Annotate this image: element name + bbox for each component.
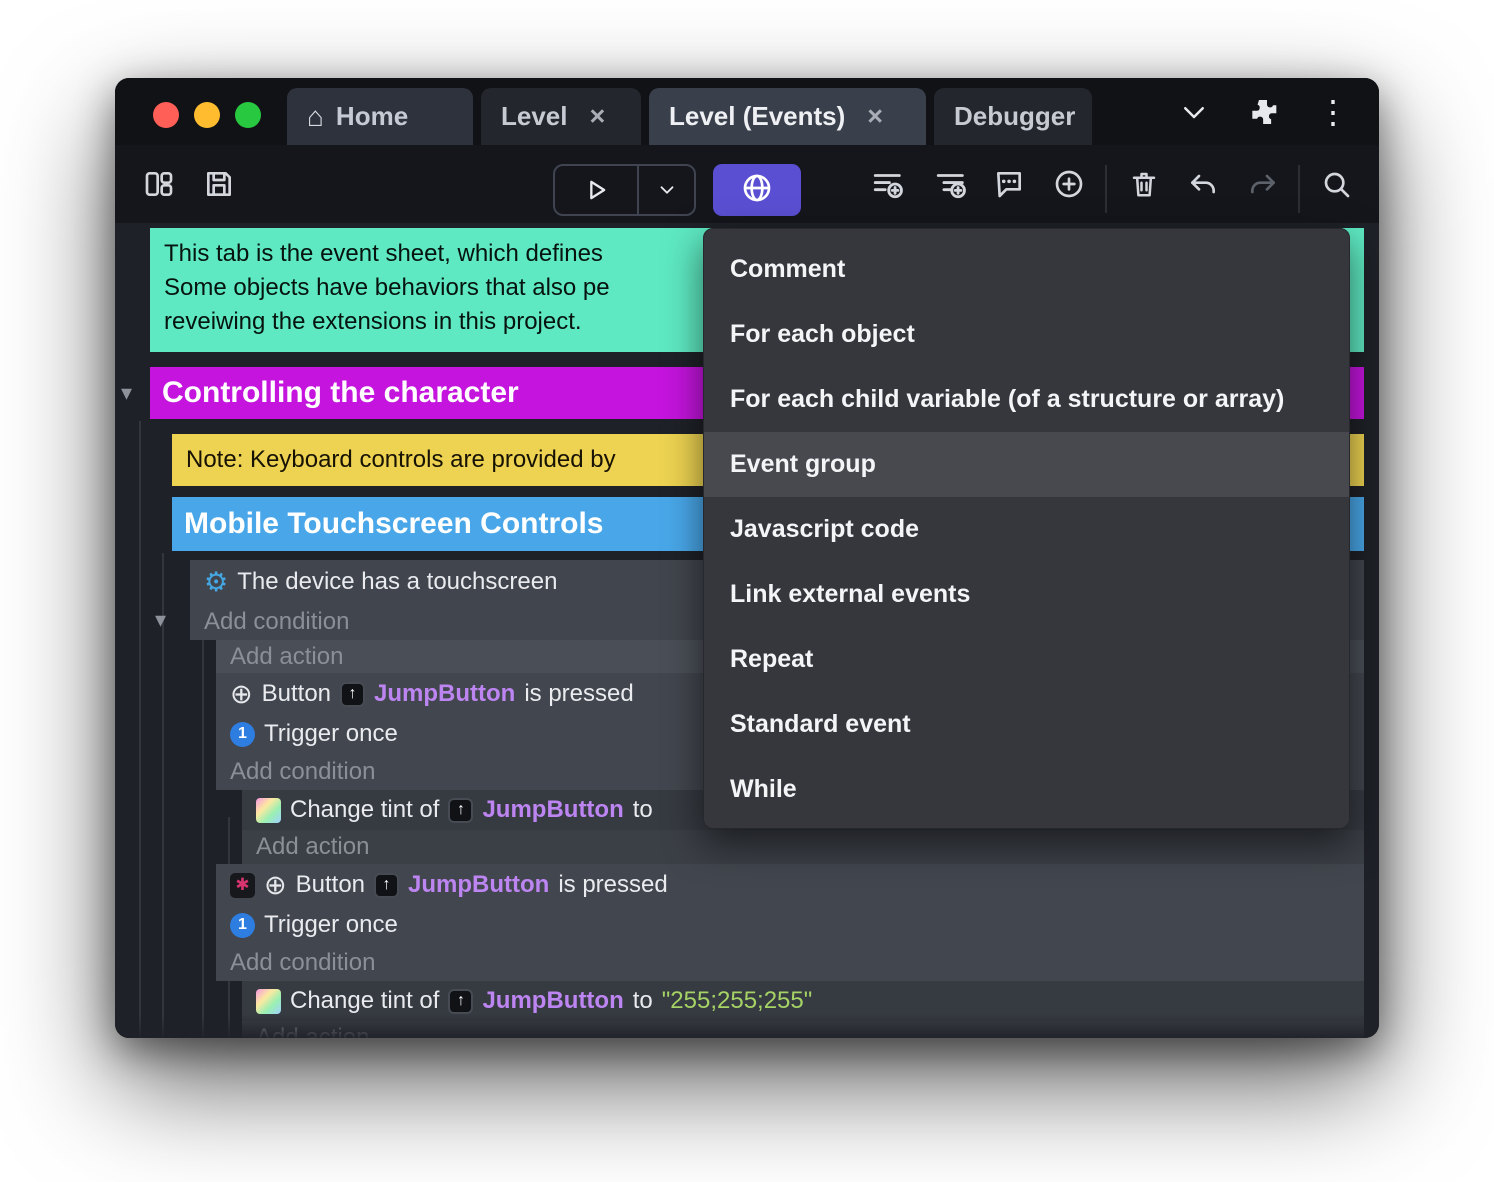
menu-item-for-each-object[interactable]: For each object (704, 302, 1349, 367)
menu-item-standard-event[interactable]: Standard event (704, 692, 1349, 757)
tab-level-events[interactable]: Level (Events) × (649, 88, 926, 145)
tab-bar: ⌂ Home Level × Level (Events) × Debugger (115, 78, 1379, 145)
action-text: to (632, 987, 653, 1014)
menu-item-comment[interactable]: Comment (704, 237, 1349, 302)
jumpbutton-icon: ↑ (340, 681, 366, 707)
indent-guide (202, 640, 204, 1038)
addons-puzzle-icon[interactable] (1247, 96, 1279, 128)
tab-label: Level (Events) (669, 101, 846, 131)
condition-text: is pressed (524, 680, 634, 707)
add-action-link[interactable]: Add action (242, 1021, 1364, 1038)
play-button[interactable] (555, 166, 639, 214)
home-icon: ⌂ (307, 100, 324, 132)
close-tab-icon[interactable]: × (867, 101, 883, 132)
jumpbutton-icon: ↑ (448, 797, 474, 823)
tabbar-actions: ⋮ (1179, 78, 1379, 145)
condition-trigger-once[interactable]: 1 Trigger once (216, 906, 1364, 944)
condition-text: Button (295, 871, 366, 898)
chevron-down-icon[interactable] (1179, 97, 1209, 127)
collapse-arrow-icon[interactable]: ▾ (155, 607, 166, 633)
object-name: JumpButton (374, 680, 516, 707)
button-object-icon: ⊕ (230, 678, 253, 709)
screenshot-stage: ⌂ Home Level × Level (Events) × Debugger (0, 0, 1494, 1182)
menu-item-for-each-child-variable[interactable]: For each child variable (of a structure … (704, 367, 1349, 432)
add-condition-link[interactable]: Add condition (216, 944, 1364, 981)
close-tab-icon[interactable]: × (590, 101, 606, 132)
button-object-icon: ⊕ (264, 869, 287, 900)
add-action-link[interactable]: Add action (242, 830, 1364, 864)
tab-label: Debugger (954, 101, 1076, 131)
condition-text: Trigger once (264, 911, 398, 938)
condition-jumpbutton-pressed[interactable]: ✱ ⊕ Button ↑ JumpButton is pressed (216, 864, 1364, 906)
jumpbutton-icon: ↑ (448, 988, 474, 1014)
menu-item-repeat[interactable]: Repeat (704, 627, 1349, 692)
collapse-arrow-icon[interactable]: ▾ (121, 380, 132, 406)
tab-home[interactable]: ⌂ Home (287, 88, 473, 145)
toolbar-separator (1105, 165, 1107, 213)
tab-debugger[interactable]: Debugger (934, 88, 1092, 145)
condition-text: The device has a touchscreen (237, 568, 558, 595)
layout-panels-icon[interactable] (131, 156, 187, 212)
window-controls (153, 102, 261, 128)
menu-item-javascript-code[interactable]: Javascript code (704, 497, 1349, 562)
gear-icon: ⚙ (204, 566, 229, 597)
zoom-window-button[interactable] (235, 102, 261, 128)
plus-circle-icon[interactable] (1041, 156, 1097, 212)
search-icon[interactable] (1308, 156, 1364, 212)
tab-label: Level (501, 101, 568, 131)
more-menu-icon[interactable]: ⋮ (1317, 96, 1349, 128)
close-window-button[interactable] (153, 102, 179, 128)
condition-text: Button (261, 680, 332, 707)
preview-split-button (553, 164, 696, 216)
delete-trash-icon[interactable] (1116, 156, 1172, 212)
tint-image-icon (256, 988, 281, 1014)
add-event-globe-button[interactable] (713, 164, 801, 216)
jumpbutton-icon: ↑ (374, 872, 400, 898)
touch-plugin-icon: ✱ (230, 872, 255, 898)
object-name: JumpButton (482, 796, 624, 823)
action-value: "255;255;255" (661, 987, 813, 1014)
object-name: JumpButton (408, 871, 550, 898)
action-text: Change tint of (290, 987, 440, 1014)
action-text: to (632, 796, 653, 823)
toolbar-separator (1298, 165, 1300, 213)
action-change-tint[interactable]: Change tint of ↑ JumpButton to "255;255;… (242, 981, 1364, 1021)
redo-icon[interactable] (1235, 156, 1291, 212)
note-text: Note: Keyboard controls are provided by (186, 446, 616, 473)
app-window: ⌂ Home Level × Level (Events) × Debugger (115, 78, 1379, 1038)
group-title: Mobile Touchscreen Controls (184, 507, 604, 540)
group-title: Controlling the character (162, 376, 519, 409)
action-text: Change tint of (290, 796, 440, 823)
indent-guide (139, 421, 141, 1038)
tint-image-icon (256, 797, 281, 823)
add-subevent-icon[interactable] (923, 156, 979, 212)
tab-label: Home (335, 101, 409, 131)
save-icon[interactable] (191, 156, 247, 212)
tab-level[interactable]: Level × (481, 88, 641, 145)
add-event-context-menu: Comment For each object For each child v… (703, 228, 1350, 829)
minimize-window-button[interactable] (194, 102, 220, 128)
toolbar (115, 145, 1379, 223)
condition-text: Trigger once (264, 720, 398, 747)
condition-text: is pressed (558, 871, 668, 898)
comment-bubble-icon[interactable] (981, 156, 1037, 212)
menu-item-while[interactable]: While (704, 757, 1349, 822)
trigger-once-icon: 1 (230, 721, 255, 747)
play-dropdown-button[interactable] (639, 166, 694, 214)
menu-item-event-group[interactable]: Event group (704, 432, 1349, 497)
undo-icon[interactable] (1175, 156, 1231, 212)
add-event-icon[interactable] (860, 156, 916, 212)
menu-item-link-external-events[interactable]: Link external events (704, 562, 1349, 627)
globe-icon (741, 172, 773, 209)
object-name: JumpButton (482, 987, 624, 1014)
trigger-once-icon: 1 (230, 912, 255, 938)
